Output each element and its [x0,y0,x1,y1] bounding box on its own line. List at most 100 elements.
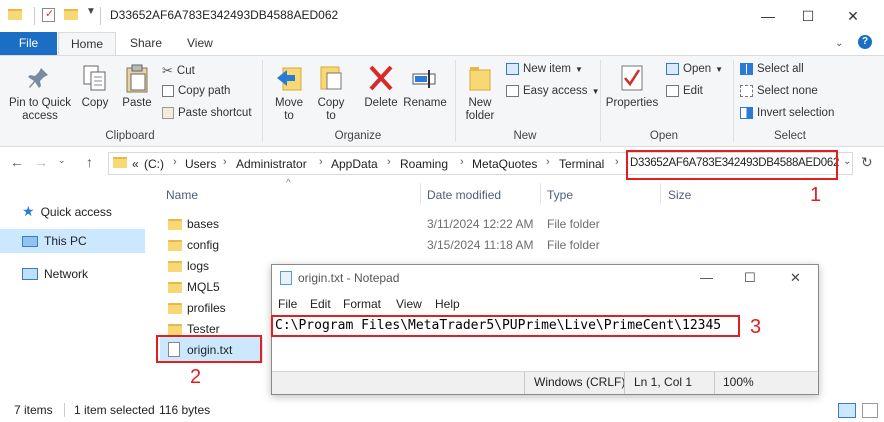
breadcrumb-overflow[interactable]: « [132,157,139,171]
breadcrumb-roaming[interactable]: Roaming [400,157,448,171]
file-type: File folder [547,217,600,231]
copy-button[interactable]: Copy [78,64,112,124]
collapse-ribbon-chevron-icon[interactable]: ⌄ [835,38,843,49]
notepad-cursor-position: Ln 1, Col 1 [634,375,693,389]
notepad-close-icon[interactable]: ✕ [790,270,801,286]
up-arrow-icon[interactable]: ↑ [86,154,93,170]
file-name-logs[interactable]: logs [187,259,209,273]
notepad-menu-format[interactable]: Format [343,297,381,311]
customize-toolbar-chevron-icon[interactable]: ▼ [86,6,96,17]
breadcrumb-metaquotes[interactable]: MetaQuotes [472,157,537,171]
select-all-button[interactable]: Select all [740,63,804,75]
copy-path-button[interactable]: Copy path [162,85,230,97]
annotation-number-1: 1 [810,184,822,206]
column-separator[interactable] [660,183,661,205]
file-name-profiles[interactable]: profiles [187,301,226,315]
maximize-button[interactable]: ☐ [785,0,831,32]
file-name-bases[interactable]: bases [187,217,219,231]
easy-access-button[interactable]: Easy access ▼ [506,85,599,97]
copy-to-button[interactable]: Copy to [312,62,350,124]
move-to-button[interactable]: Move to [270,62,308,124]
breadcrumb-chevron-icon[interactable]: › [387,156,391,168]
cut-button[interactable]: ✂ Cut [162,63,195,79]
new-folder-label-1: New [468,97,492,109]
pin-icon [28,68,48,88]
breadcrumb-terminal[interactable]: Terminal [559,157,604,171]
details-view-icon[interactable] [838,403,856,418]
annotation-box-1 [626,150,838,180]
nav-network[interactable]: Network [22,267,88,281]
open-label: Open [683,63,712,75]
back-arrow-icon[interactable]: ← [10,154,24,170]
help-icon[interactable]: ? [858,35,872,49]
address-dropdown-chevron-icon[interactable]: ⌄ [843,156,851,167]
breadcrumb-drive-c[interactable]: (C:) [144,157,164,171]
tab-share[interactable]: Share [116,32,176,56]
new-folder-quick-icon[interactable] [64,9,78,20]
file-name-mql5[interactable]: MQL5 [187,280,220,294]
breadcrumb-chevron-icon[interactable]: › [223,156,227,168]
computer-icon [22,235,38,247]
properties-button[interactable]: Properties [604,62,660,114]
column-separator[interactable] [420,183,421,205]
invert-selection-button[interactable]: Invert selection [740,107,834,119]
file-name-tester[interactable]: Tester [187,322,220,336]
notepad-menu-help[interactable]: Help [435,297,460,311]
file-type: File folder [547,238,600,252]
open-button[interactable]: Open ▼ [666,63,723,75]
copy-path-label: Copy path [178,85,231,97]
column-header-date[interactable]: Date modified [427,188,501,202]
recent-locations-chevron-icon[interactable]: ⌄ [58,155,66,166]
column-header-type[interactable]: Type [547,188,573,202]
select-none-button[interactable]: Select none [740,85,818,97]
tab-view[interactable]: View [173,32,227,56]
pin-label-2: access [22,110,58,122]
paste-button[interactable]: Paste [118,64,156,124]
properties-quick-icon[interactable]: ✓ [42,8,55,22]
tab-home[interactable]: Home [58,32,116,56]
delete-button[interactable]: Delete [360,62,402,112]
breadcrumb-chevron-icon[interactable]: › [173,156,177,168]
notepad-menu-view[interactable]: View [396,297,422,311]
select-all-icon [740,63,753,75]
rename-button[interactable]: Rename [402,62,448,112]
tab-file[interactable]: File [0,32,57,56]
close-button[interactable]: ✕ [830,0,876,32]
ribbon-group-separator [600,60,601,142]
new-item-button[interactable]: New item ▼ [506,63,583,75]
breadcrumb-chevron-icon[interactable]: › [546,156,550,168]
breadcrumb-chevron-icon[interactable]: › [460,156,464,168]
notepad-maximize-icon[interactable]: ☐ [744,270,756,286]
notepad-menu-file[interactable]: File [278,297,297,311]
refresh-icon[interactable]: ↻ [861,154,873,171]
breadcrumb-administrator[interactable]: Administrator [236,157,307,171]
breadcrumb-users[interactable]: Users [185,157,216,171]
annotation-number-2: 2 [190,366,202,388]
column-header-size[interactable]: Size [668,188,691,202]
group-label-clipboard: Clipboard [105,130,155,142]
notepad-minimize-icon[interactable]: — [700,270,713,285]
edit-button[interactable]: Edit [666,85,703,97]
file-name-config[interactable]: config [187,238,219,252]
status-size: 116 bytes [159,403,211,417]
folder-icon [168,303,182,314]
notepad-title: origin.txt - Notepad [298,271,400,285]
paste-shortcut-button[interactable]: Paste shortcut [162,107,252,119]
scissors-icon: ✂ [162,63,173,78]
pin-to-quick-access-button[interactable]: Pin to Quick access [6,64,74,124]
breadcrumb-chevron-icon[interactable]: › [319,156,323,168]
folder-icon [168,219,182,230]
column-separator[interactable] [540,183,541,205]
large-icons-view-icon[interactable] [862,403,878,418]
notepad-menu-edit[interactable]: Edit [310,297,331,311]
breadcrumb-appdata[interactable]: AppData [331,157,378,171]
breadcrumb-chevron-icon[interactable]: › [615,156,619,168]
open-icon [666,63,679,75]
column-header-name[interactable]: Name [166,188,198,202]
forward-arrow-icon[interactable]: → [34,154,48,170]
nav-quick-access[interactable]: ★ Quick access [22,203,112,220]
new-folder-button[interactable]: New folder [460,62,500,124]
nav-this-pc[interactable]: This PC [22,234,87,248]
ribbon-group-separator [733,60,734,142]
folder-icon [168,282,182,293]
